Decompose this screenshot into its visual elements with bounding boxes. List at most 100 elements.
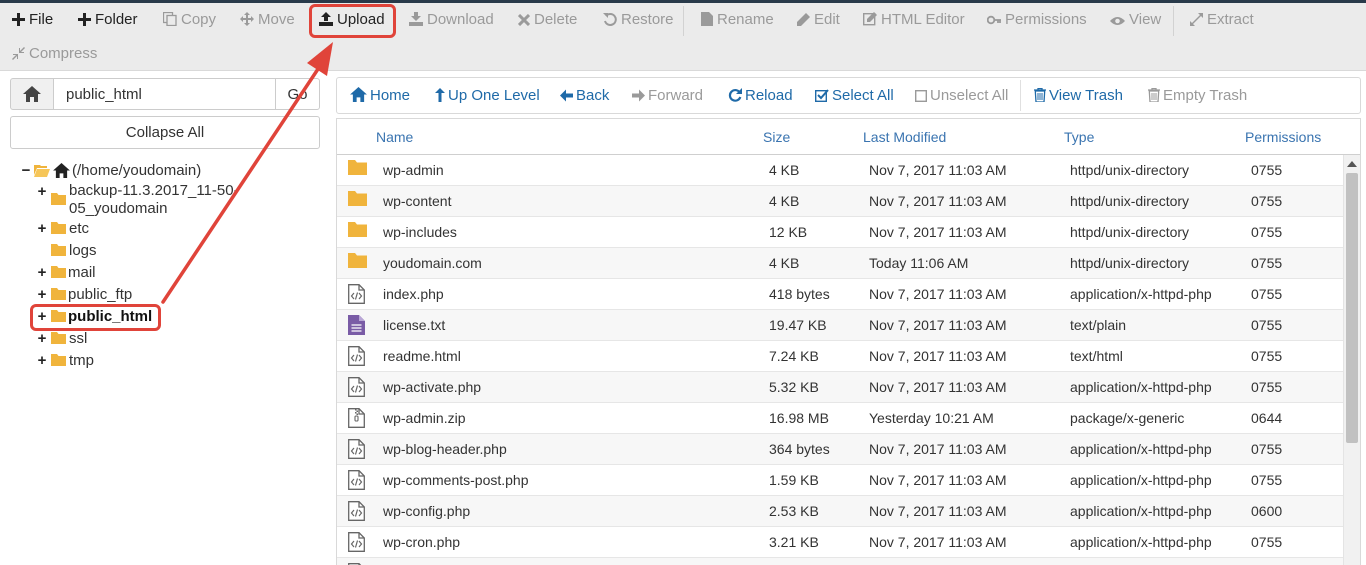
file-button[interactable]: File: [12, 6, 53, 34]
column-header-name[interactable]: Name: [376, 119, 413, 155]
copy-icon: [162, 11, 177, 27]
path-input[interactable]: [53, 78, 276, 110]
table-row[interactable]: wp-includes 12 KB Nov 7, 2017 11:03 AM http…: [337, 217, 1343, 248]
column-header-permissions[interactable]: Permissions: [1245, 119, 1321, 155]
table-row[interactable]: wp-activate.php 5.32 KB Nov 7, 2017 11:03 …: [337, 372, 1343, 403]
table-row[interactable]: wp-config.php 2.53 KB Nov 7, 2017 11:03 AM…: [337, 496, 1343, 527]
file-name[interactable]: wp-admin: [383, 155, 444, 185]
table-row[interactable]: wp-admin 4 KB Nov 7, 2017 11:03 AM httpd/un…: [337, 155, 1343, 186]
scroll-thumb[interactable]: [1346, 173, 1358, 443]
nav-up-one-level-label: Up One Level: [448, 87, 540, 104]
tree-item-public-ftp[interactable]: + public_ftp: [36, 285, 320, 305]
plus-icon: [12, 13, 25, 26]
collapse-toggle[interactable]: −: [20, 162, 32, 180]
table-row[interactable]: wp-admin.zip 16.98 MB Yesterday 10:21 AM pa…: [337, 403, 1343, 434]
table-row[interactable]: youdomain.com 4 KB Today 11:06 AM httpd/uni…: [337, 248, 1343, 279]
copy-button-label: Copy: [181, 11, 217, 28]
column-header-last-modified[interactable]: Last Modified: [863, 119, 946, 155]
file-name[interactable]: wp-activate.php: [383, 372, 481, 402]
table-row[interactable]: wp-comments-post.php 1.59 KB Nov 7, 2017 1…: [337, 465, 1343, 496]
file-name[interactable]: wp-content: [383, 186, 451, 216]
table-row[interactable]: wp-blog-header.php 364 bytes Nov 7, 2017 1…: [337, 434, 1343, 465]
tree-item-logs[interactable]: logs: [36, 241, 320, 261]
html-editor-button[interactable]: HTML Editor: [862, 6, 965, 34]
home-icon: [350, 87, 367, 102]
column-header-size[interactable]: Size: [763, 119, 790, 155]
move-button[interactable]: Move: [240, 6, 295, 34]
rename-button[interactable]: Rename: [701, 6, 774, 34]
compress-icon: [12, 47, 25, 60]
folder-icon: [51, 244, 66, 256]
scroll-up-arrow[interactable]: [1347, 161, 1357, 167]
file-name[interactable]: wp-includes: [383, 217, 457, 247]
nav-back-button[interactable]: Back: [560, 78, 609, 113]
tree-item-root[interactable]: − (/home/youdomain): [20, 161, 320, 181]
expand-toggle[interactable]: +: [36, 330, 48, 348]
file-size: 1.59 KB: [769, 472, 819, 488]
file-name[interactable]: wp-admin.zip: [383, 403, 465, 433]
delete-button[interactable]: Delete: [517, 6, 577, 34]
checked-box-icon: [814, 89, 829, 103]
tree-item-backup[interactable]: + backup-11.3.2017_11-50- 05_youdomain: [36, 181, 320, 219]
tree-item-tmp[interactable]: + tmp: [36, 351, 320, 371]
file-permissions: 0644: [1251, 410, 1283, 426]
table-row[interactable]: [337, 558, 1343, 565]
go-button[interactable]: Go: [275, 78, 320, 110]
table-row[interactable]: license.txt 19.47 KB Nov 7, 2017 11:03 AM t…: [337, 310, 1343, 341]
nav-back-label: Back: [576, 87, 610, 104]
folder-button[interactable]: Folder: [78, 6, 138, 34]
file-name[interactable]: wp-cron.php: [383, 527, 460, 557]
nav-forward-button[interactable]: Forward: [632, 78, 703, 113]
expand-toggle[interactable]: +: [36, 352, 48, 370]
table-row[interactable]: wp-cron.php 3.21 KB Nov 7, 2017 11:03 AM ap…: [337, 527, 1343, 558]
trash-icon: [1148, 87, 1160, 103]
download-button[interactable]: Download: [409, 6, 494, 34]
file-name[interactable]: wp-comments-post.php: [383, 465, 529, 495]
file-permissions: 0755: [1251, 224, 1283, 240]
nav-unselect-all-button[interactable]: Unselect All: [914, 78, 1008, 113]
tree-item-mail[interactable]: + mail: [36, 263, 320, 283]
expand-toggle[interactable]: +: [36, 264, 48, 282]
expand-toggle[interactable]: +: [36, 220, 48, 238]
forward-arrow-icon: [632, 89, 645, 102]
file-name[interactable]: youdomain.com: [383, 248, 482, 278]
collapse-all-button[interactable]: Collapse All: [10, 116, 320, 149]
file-last-modified: Nov 7, 2017 11:03 AM: [869, 534, 1007, 550]
view-button[interactable]: View: [1110, 6, 1161, 34]
permissions-button[interactable]: Permissions: [986, 6, 1087, 34]
file-type: application/x-httpd-php: [1070, 441, 1212, 457]
nav-reload-button[interactable]: Reload: [728, 78, 793, 113]
nav-up-one-level-button[interactable]: Up One Level: [435, 78, 540, 113]
file-name[interactable]: license.txt: [383, 310, 445, 340]
table-header: Name Size Last Modified Type Permissions: [337, 119, 1360, 155]
file-name[interactable]: wp-config.php: [383, 496, 470, 526]
vertical-scrollbar[interactable]: [1343, 155, 1360, 565]
edit-button[interactable]: Edit: [797, 6, 840, 34]
copy-button[interactable]: Copy: [162, 6, 217, 34]
table-row[interactable]: readme.html 7.24 KB Nov 7, 2017 11:03 AM te…: [337, 341, 1343, 372]
restore-button[interactable]: Restore: [603, 6, 674, 34]
nav-empty-trash-button[interactable]: Empty Trash: [1148, 78, 1247, 113]
nav-view-trash-button[interactable]: View Trash: [1034, 78, 1123, 113]
folder-icon: [51, 354, 66, 366]
home-path-button[interactable]: [10, 78, 54, 110]
folder-icon: [51, 193, 66, 205]
upload-highlight-box: [309, 4, 396, 38]
file-name[interactable]: index.php: [383, 279, 444, 309]
tree-item-label: ssl: [69, 330, 88, 347]
expand-toggle[interactable]: +: [36, 183, 48, 201]
expand-toggle[interactable]: +: [36, 286, 48, 304]
tree-item-etc[interactable]: + etc: [36, 219, 320, 239]
nav-home-button[interactable]: Home: [350, 78, 410, 113]
download-button-label: Download: [427, 11, 494, 28]
file-name[interactable]: readme.html: [383, 341, 461, 371]
nav-select-all-button[interactable]: Select All: [814, 78, 894, 113]
compress-button[interactable]: Compress: [12, 40, 97, 68]
text-file-icon: [348, 315, 365, 335]
file-name[interactable]: wp-blog-header.php: [383, 434, 507, 464]
table-row[interactable]: wp-content 4 KB Nov 7, 2017 11:03 AM httpd/…: [337, 186, 1343, 217]
column-header-type[interactable]: Type: [1064, 119, 1094, 155]
tree-item-ssl[interactable]: + ssl: [36, 329, 320, 349]
table-row[interactable]: index.php 418 bytes Nov 7, 2017 11:03 AM ap…: [337, 279, 1343, 310]
extract-button[interactable]: Extract: [1190, 6, 1254, 34]
